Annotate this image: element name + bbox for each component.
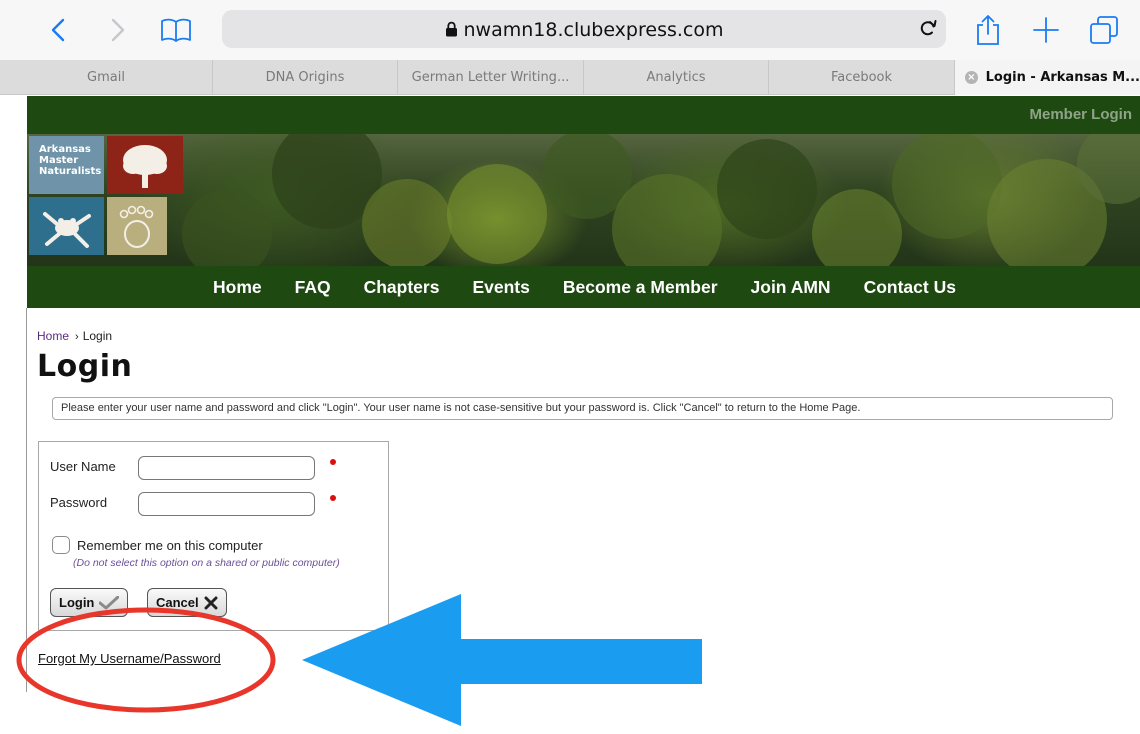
required-indicator [330, 459, 336, 465]
required-indicator [330, 495, 336, 501]
remember-me-label[interactable]: Remember me on this computer [77, 538, 263, 553]
remember-me-note: (Do not select this option on a shared o… [73, 557, 340, 569]
tab-facebook[interactable]: Facebook [769, 60, 955, 95]
breadcrumb-separator: › [75, 331, 79, 343]
checkmark-icon [99, 595, 120, 609]
share-button[interactable] [970, 10, 1006, 50]
login-button[interactable]: Login [50, 588, 129, 617]
reload-icon [920, 20, 937, 36]
bookmarks-button[interactable] [158, 10, 194, 50]
tab-label: DNA Origins [265, 70, 345, 85]
password-input[interactable] [138, 492, 315, 516]
tab-dna-origins[interactable]: DNA Origins [213, 60, 398, 95]
browser-toolbar: nwamn18.clubexpress.com [0, 0, 1140, 60]
nav-events[interactable]: Events [472, 277, 529, 298]
back-button[interactable] [40, 10, 76, 50]
paw-print-icon [119, 205, 154, 248]
remember-me-checkbox[interactable] [52, 536, 70, 554]
login-instructions: Please enter your user name and password… [52, 397, 1113, 420]
login-form: User Name Password Remember me on this c… [38, 441, 389, 631]
member-login-link[interactable]: Member Login [1029, 106, 1132, 123]
amn-logo[interactable]: Arkansas Master Naturalists [27, 134, 189, 266]
chevron-right-icon [111, 18, 125, 42]
username-label: User Name [50, 459, 116, 474]
tab-label: Facebook [830, 70, 893, 85]
nav-faq[interactable]: FAQ [295, 277, 331, 298]
tabs-overview-button[interactable] [1086, 10, 1122, 50]
x-icon [204, 596, 218, 609]
address-bar[interactable]: nwamn18.clubexpress.com [222, 10, 946, 48]
cancel-button[interactable]: Cancel [147, 588, 227, 617]
chevron-left-icon [51, 18, 65, 42]
reload-button[interactable] [918, 18, 938, 43]
logo-text-line: Naturalists [39, 166, 102, 177]
frog-icon [43, 212, 91, 248]
tab-german-letter-writing[interactable]: German Letter Writing... [398, 60, 584, 95]
tab-label: Analytics [646, 70, 706, 85]
breadcrumb: Home › Login [37, 329, 112, 343]
book-icon [161, 18, 191, 42]
new-tab-button[interactable] [1028, 10, 1064, 50]
tab-label: Gmail [87, 70, 125, 85]
nav-home[interactable]: Home [213, 277, 262, 298]
logo-text: Arkansas Master Naturalists [39, 144, 101, 177]
tab-label: Login - Arkansas M... [985, 70, 1140, 85]
forward-button[interactable] [100, 10, 136, 50]
logo-text-line: Master [39, 155, 79, 166]
content-border [26, 308, 27, 692]
url-display: nwamn18.clubexpress.com [222, 19, 946, 41]
page-title: Login [37, 349, 133, 384]
tab-login-active[interactable]: × Login - Arkansas M... [955, 60, 1140, 95]
tabs-icon [1090, 16, 1118, 44]
tree-icon [123, 145, 167, 188]
forgot-username-password-link[interactable]: Forgot My Username/Password [38, 651, 221, 666]
tab-label: German Letter Writing... [411, 70, 570, 85]
header-banner: Arkansas Master Naturalists [27, 134, 1140, 266]
username-input[interactable] [138, 456, 315, 480]
nav-join-amn[interactable]: Join AMN [751, 277, 831, 298]
share-icon [977, 15, 999, 45]
lock-icon [445, 21, 457, 37]
url-text: nwamn18.clubexpress.com [463, 19, 724, 41]
nav-contact-us[interactable]: Contact Us [864, 277, 956, 298]
top-bar: Member Login [27, 96, 1140, 134]
cancel-button-label: Cancel [156, 595, 199, 610]
login-button-label: Login [59, 595, 95, 610]
tab-gmail[interactable]: Gmail [0, 60, 213, 95]
main-nav: Home FAQ Chapters Events Become a Member… [27, 266, 1140, 308]
nav-chapters[interactable]: Chapters [364, 277, 440, 298]
site-header: Member Login Arkansas Master Naturalists [27, 96, 1140, 308]
forest-canopy-image [182, 134, 1140, 266]
nav-become-a-member[interactable]: Become a Member [563, 277, 718, 298]
logo-text-line: Arkansas [39, 144, 91, 155]
breadcrumb-home-link[interactable]: Home [37, 329, 69, 343]
tab-bar: Gmail DNA Origins German Letter Writing.… [0, 60, 1140, 95]
close-tab-icon[interactable]: × [965, 71, 978, 84]
tab-analytics[interactable]: Analytics [584, 60, 769, 95]
password-label: Password [50, 495, 108, 510]
plus-icon [1033, 17, 1059, 43]
breadcrumb-current: Login [82, 329, 113, 343]
